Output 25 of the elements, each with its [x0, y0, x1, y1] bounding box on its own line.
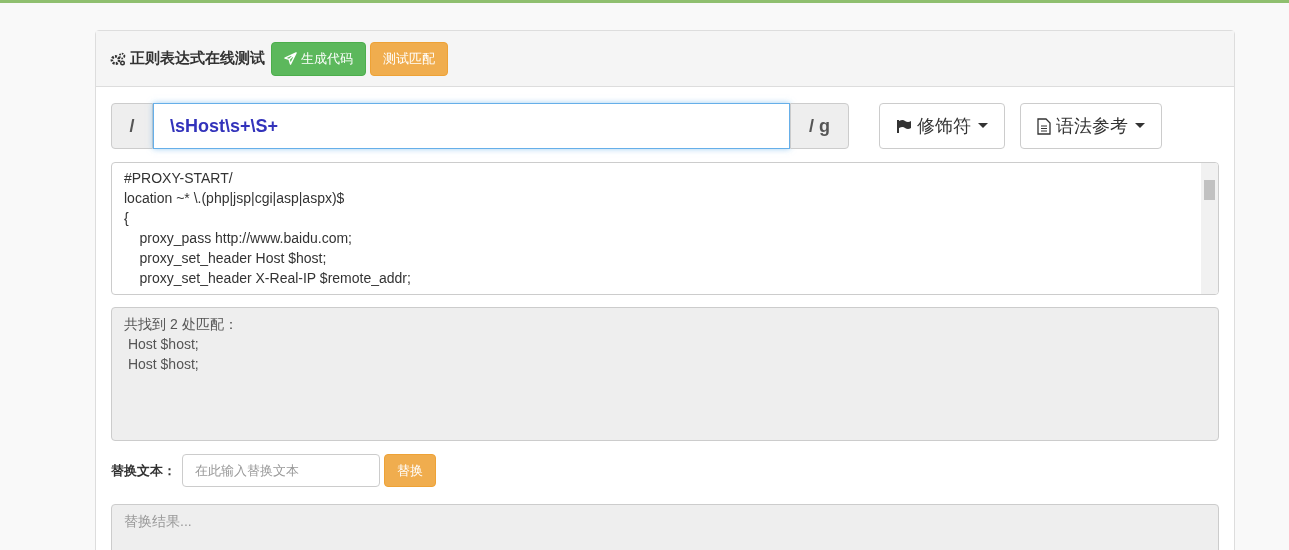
code-line: proxy_set_header X-Real-IP $remote_addr;	[138, 269, 412, 288]
panel-title: 正则表达式在线测试	[130, 48, 265, 69]
gears-icon	[110, 51, 126, 66]
modifier-dropdown[interactable]: 修饰符	[879, 103, 1005, 149]
regex-input-field[interactable]: \sHost\s+\S+	[153, 103, 790, 149]
result-line: Host $host;	[126, 355, 200, 374]
code-line: proxy_set_header Host $host;	[138, 249, 328, 268]
caret-icon	[1135, 123, 1145, 129]
regex-flags: / g	[790, 103, 849, 149]
document-icon	[1037, 117, 1051, 135]
code-line: proxy_pass http://www.baidu.com;	[138, 229, 353, 248]
flag-icon	[896, 118, 912, 134]
code-line: location ~* \.(php|jsp|cgi|asp|aspx)$	[124, 189, 346, 208]
result-line: 共找到 2 处匹配：	[124, 315, 239, 334]
replace-label: 替换文本：	[111, 461, 176, 480]
caret-icon	[978, 123, 988, 129]
scrollbar[interactable]	[1201, 163, 1218, 294]
syntax-reference-dropdown[interactable]: 语法参考	[1020, 103, 1162, 149]
code-line: {	[124, 209, 130, 228]
code-line: #PROXY-START/	[124, 169, 234, 188]
result-line: Host $host;	[126, 335, 200, 354]
paper-plane-icon	[284, 52, 297, 65]
source-text-area[interactable]: #PROXY-START/ location ~* \.(php|jsp|cgi|asp|aspx)$ { proxy_pass http://www.baidu.com; proxy_set_header Host $host; proxy_set_header X-Real-IP $remote_addr;	[111, 162, 1219, 295]
regex-prefix: /	[111, 103, 153, 149]
replace-text-field[interactable]: 在此输入替换文本	[182, 454, 380, 487]
